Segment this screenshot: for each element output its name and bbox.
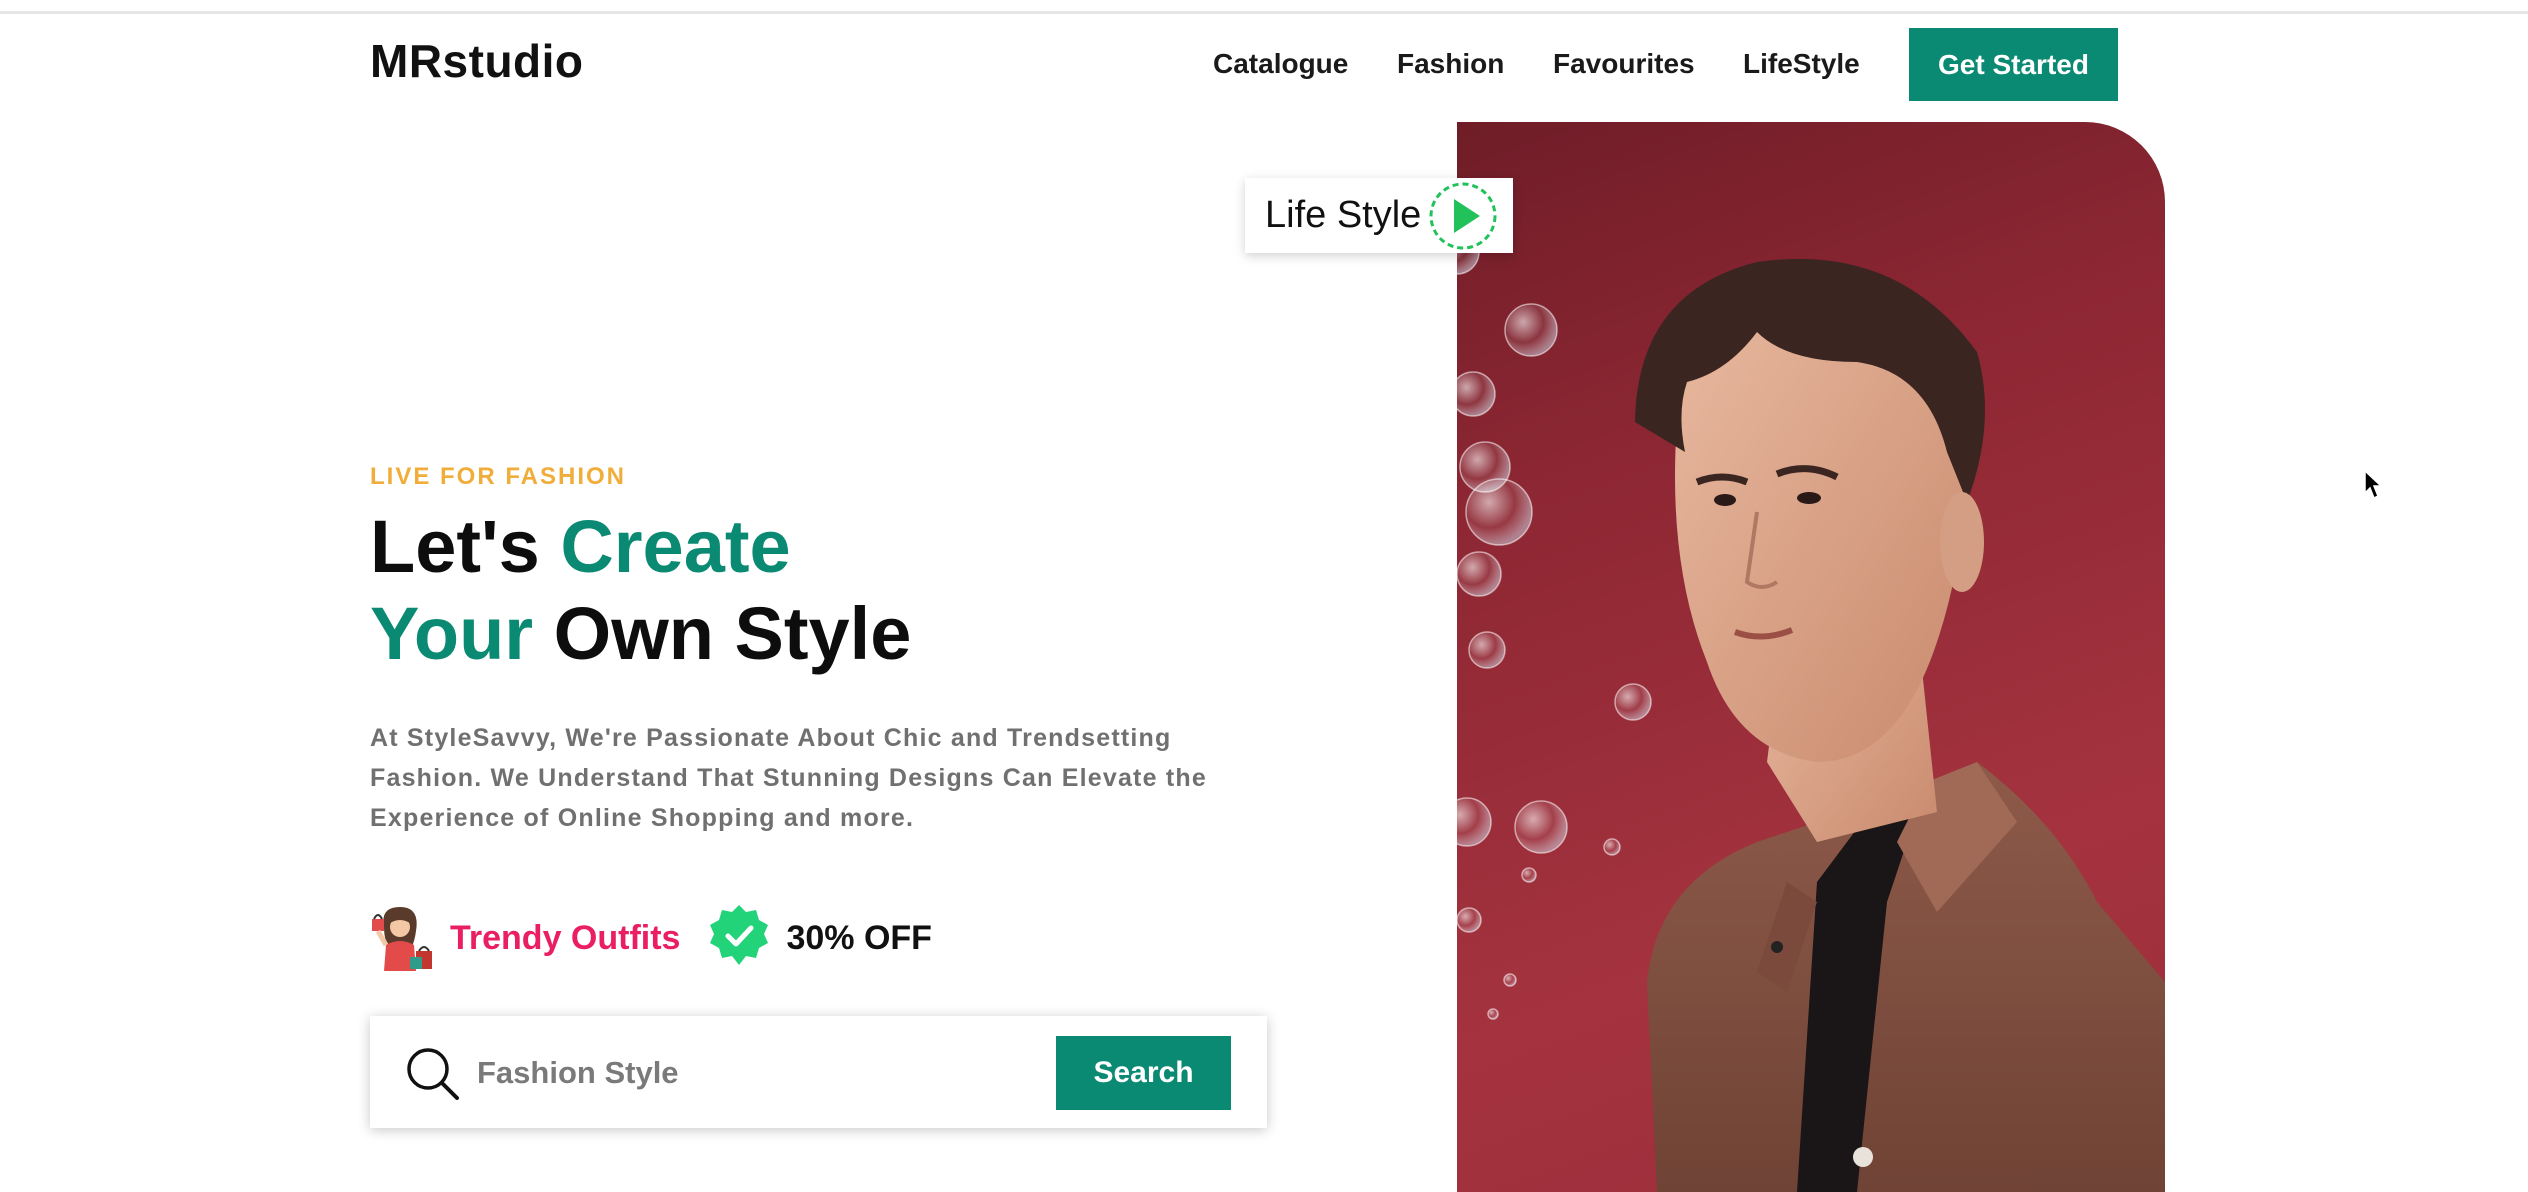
top-divider	[0, 11, 2528, 14]
hero-headline-line2: Your Own Style	[370, 597, 911, 671]
lifestyle-video-card[interactable]: Life Style	[1245, 178, 1513, 253]
search-icon	[405, 1046, 461, 1107]
nav-link-catalogue[interactable]: Catalogue	[1213, 48, 1348, 80]
lifestyle-label: Life Style	[1265, 194, 1422, 236]
hero-photo	[1457, 122, 2165, 1192]
play-icon[interactable]	[1428, 181, 1498, 256]
nav-link-fashion[interactable]: Fashion	[1397, 48, 1504, 80]
hero-eyebrow: LIVE FOR FASHION	[370, 463, 627, 490]
search-button[interactable]: Search	[1056, 1036, 1231, 1110]
trendy-outfits-label: Trendy Outfits	[450, 918, 681, 957]
search-input[interactable]	[475, 1046, 979, 1100]
headline-accent-text: Create	[560, 505, 791, 588]
model-figure	[1635, 258, 2165, 1192]
site-logo[interactable]: MRstudio	[370, 34, 584, 88]
verified-badge-icon	[706, 903, 772, 974]
search-bar: Search	[370, 1016, 1267, 1128]
nav-link-favourites[interactable]: Favourites	[1553, 48, 1695, 80]
bubble-decoration	[1457, 229, 1652, 1020]
feature-badges: Trendy Outfits 30% OFF	[370, 902, 932, 974]
get-started-button[interactable]: Get Started	[1909, 28, 2118, 101]
hero-headline-line1: Let's Create	[370, 510, 791, 584]
shopper-girl-icon	[370, 901, 436, 976]
nav-link-lifestyle[interactable]: LifeStyle	[1743, 48, 1860, 80]
headline-plain-text: Let's	[370, 505, 561, 588]
discount-label: 30% OFF	[786, 918, 932, 957]
headline-plain-text: Own Style	[533, 592, 912, 675]
headline-accent-text: Your	[370, 592, 534, 675]
mouse-cursor-icon	[2364, 469, 2384, 505]
hero-description: At StyleSavvy, We're Passionate About Ch…	[370, 724, 1207, 832]
